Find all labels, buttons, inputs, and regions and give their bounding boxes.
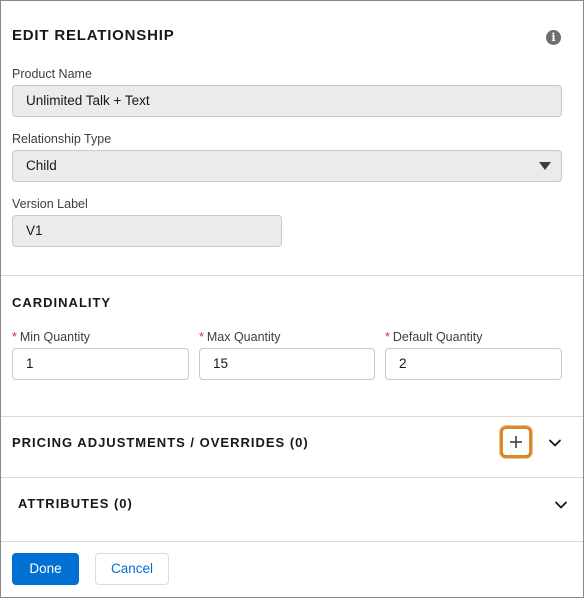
cancel-button[interactable]: Cancel [95, 553, 169, 585]
panel-title: EDIT RELATIONSHIP [12, 27, 175, 44]
max-quantity-input[interactable]: 15 [199, 348, 375, 380]
version-label-label: Version Label [12, 197, 88, 211]
chevron-down-icon[interactable] [553, 497, 569, 513]
product-name-field: Unlimited Talk + Text [12, 85, 562, 117]
min-quantity-input[interactable]: 1 [12, 348, 189, 380]
footer-divider [1, 541, 583, 542]
required-marker: * [199, 330, 204, 344]
max-quantity-label: * Max Quantity [199, 330, 281, 344]
add-pricing-adjustment-button[interactable] [500, 426, 532, 458]
required-marker: * [385, 330, 390, 344]
edit-relationship-panel: EDIT RELATIONSHIP i Product Name Unlimit… [0, 0, 584, 598]
info-icon[interactable]: i [546, 30, 561, 45]
required-marker: * [12, 330, 17, 344]
relationship-type-select[interactable]: Child [12, 150, 562, 182]
pricing-section-title: PRICING ADJUSTMENTS / OVERRIDES (0) [12, 435, 309, 450]
section-divider [1, 416, 583, 417]
min-quantity-label: * Min Quantity [12, 330, 91, 344]
default-quantity-input[interactable]: 2 [385, 348, 562, 380]
default-quantity-label: * Default Quantity [385, 330, 483, 344]
section-divider [1, 477, 583, 478]
relationship-type-label: Relationship Type [12, 132, 112, 146]
chevron-down-icon[interactable] [547, 435, 563, 451]
dropdown-caret-icon [539, 162, 551, 170]
plus-icon [510, 436, 522, 448]
attributes-section-title: ATTRIBUTES (0) [18, 496, 133, 511]
version-label-field: V1 [12, 215, 282, 247]
cardinality-section-title: CARDINALITY [12, 295, 112, 310]
done-button[interactable]: Done [12, 553, 79, 585]
relationship-type-value: Child [26, 158, 57, 173]
product-name-label: Product Name [12, 67, 92, 81]
section-divider [1, 275, 583, 276]
